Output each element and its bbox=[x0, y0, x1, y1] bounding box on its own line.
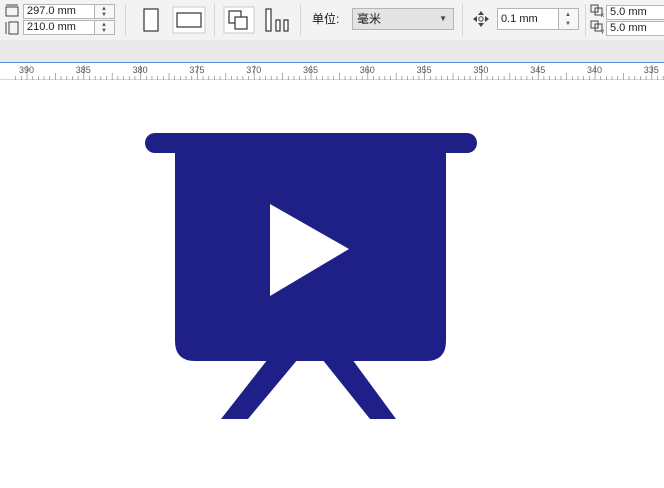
ruler-label: 360 bbox=[360, 65, 375, 75]
nudge-distance-field[interactable]: 0.1 mm bbox=[497, 8, 559, 30]
toolbar-band bbox=[0, 40, 664, 62]
duplicate-distance-y-icon: y bbox=[590, 20, 606, 37]
stand-right-leg bbox=[322, 359, 396, 419]
duplicate-x-field[interactable]: 5.0 mm bbox=[606, 5, 664, 20]
landscape-page-icon[interactable] bbox=[172, 6, 206, 37]
nudge-arrows-icon bbox=[472, 10, 490, 31]
ruler-label: 370 bbox=[246, 65, 261, 75]
property-bar: 297.0 mm ▲ ▼ 210.0 mm ▲ ▼ 单位: 毫米 ▼ 0.1 mm … bbox=[0, 0, 664, 40]
page-height-spinner[interactable]: ▲ ▼ bbox=[95, 20, 115, 35]
ruler-label: 380 bbox=[133, 65, 148, 75]
separator bbox=[214, 4, 215, 36]
ruler-label: 365 bbox=[303, 65, 318, 75]
svg-text:x: x bbox=[601, 13, 604, 18]
units-label: 单位: bbox=[312, 12, 340, 26]
presentation-play-icon[interactable] bbox=[0, 80, 664, 485]
ruler-label: 340 bbox=[587, 65, 602, 75]
separator bbox=[125, 4, 126, 36]
portrait-page-icon[interactable] bbox=[138, 6, 164, 37]
ruler-label: 390 bbox=[19, 65, 34, 75]
ruler-label: 385 bbox=[76, 65, 91, 75]
nudge-spinner[interactable]: ▲ ▼ bbox=[559, 8, 579, 30]
separator bbox=[300, 4, 301, 36]
duplicate-distance-icon: x bbox=[590, 4, 606, 21]
ruler-label: 345 bbox=[530, 65, 545, 75]
separator bbox=[462, 4, 463, 36]
ruler-label: 375 bbox=[189, 65, 204, 75]
page-width-field[interactable]: 297.0 mm bbox=[23, 4, 95, 19]
page-height-icon bbox=[4, 20, 20, 39]
current-page-icon[interactable] bbox=[263, 6, 293, 37]
chevron-down-icon: ▼ bbox=[439, 14, 447, 23]
separator bbox=[585, 4, 586, 36]
horizontal-ruler[interactable]: 390 385 380 375 370 365 360 355 350 345 340 335 bbox=[0, 62, 664, 80]
ruler-label: 335 bbox=[644, 65, 659, 75]
all-pages-icon[interactable] bbox=[223, 6, 255, 37]
page-width-spinner[interactable]: ▲ ▼ bbox=[95, 4, 115, 19]
stand-left-leg bbox=[221, 359, 298, 419]
ruler-label: 355 bbox=[417, 65, 432, 75]
drawing-canvas[interactable] bbox=[0, 80, 664, 485]
page-height-field[interactable]: 210.0 mm bbox=[23, 20, 95, 35]
duplicate-y-field[interactable]: 5.0 mm bbox=[606, 21, 664, 36]
units-value: 毫米 bbox=[357, 12, 382, 26]
svg-text:y: y bbox=[601, 29, 604, 34]
ruler-label: 350 bbox=[473, 65, 488, 75]
ruler-ticks: 390 385 380 375 370 365 360 355 350 345 340 335 bbox=[15, 65, 664, 80]
units-dropdown[interactable]: 毫米 ▼ bbox=[352, 8, 454, 30]
